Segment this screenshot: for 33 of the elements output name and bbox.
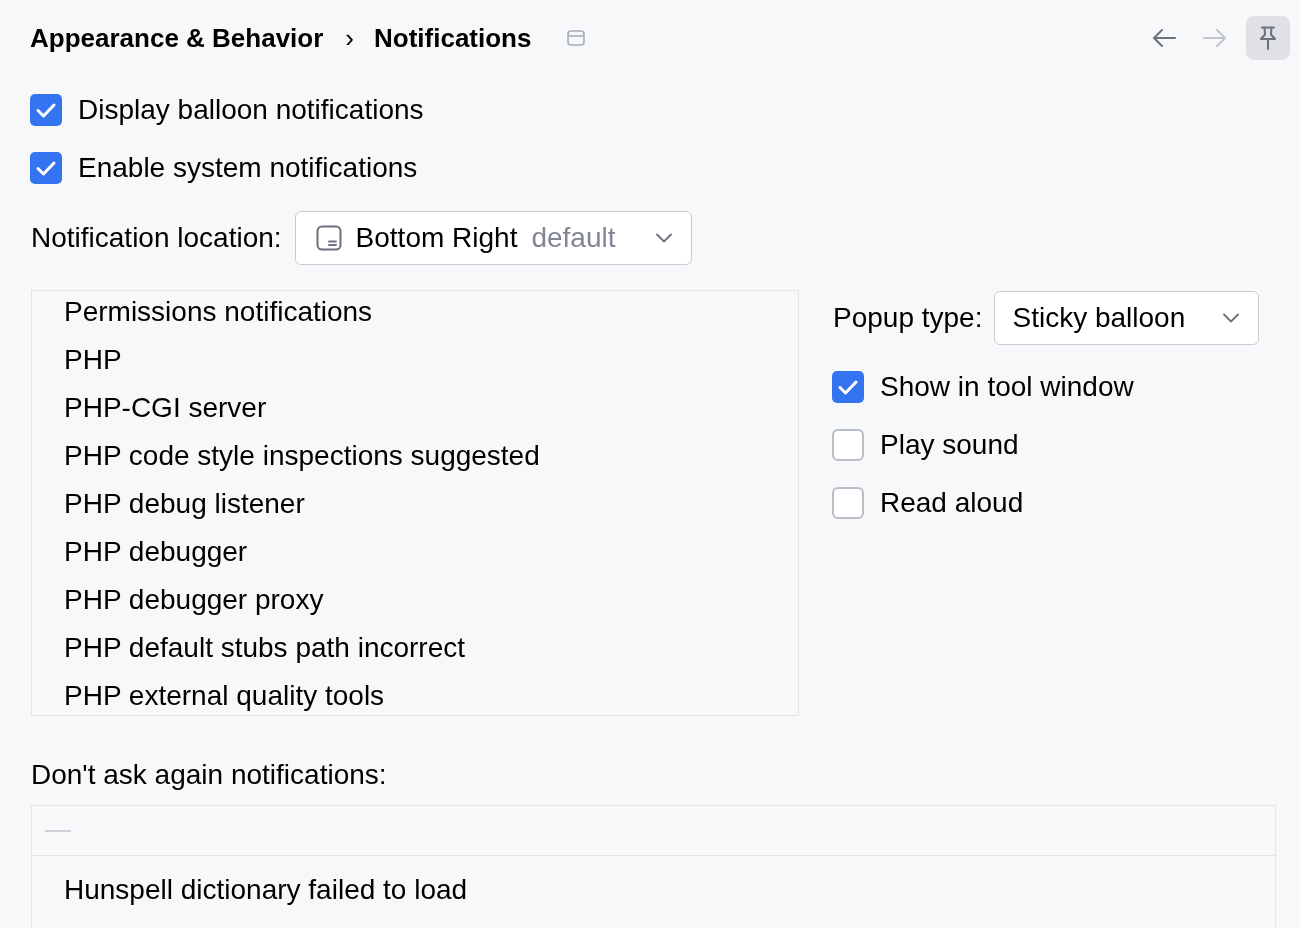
chevron-down-icon: [655, 233, 672, 243]
checkbox[interactable]: [30, 94, 62, 126]
checkbox-label: Display balloon notifications: [78, 94, 424, 126]
checkbox-label: Play sound: [880, 429, 1019, 461]
breadcrumb-separator: ›: [345, 22, 354, 54]
field-label: Popup type:: [833, 302, 983, 334]
minus-icon: [45, 829, 71, 832]
section-label: Don't ask again notifications:: [31, 760, 388, 790]
checkbox[interactable]: [832, 429, 864, 461]
list-item[interactable]: PHP debug listener: [32, 480, 798, 528]
checkbox-label: Show in tool window: [880, 371, 1134, 403]
list-item[interactable]: PHP default stubs path incorrect: [32, 624, 798, 672]
list-item[interactable]: PHP-CGI server: [32, 384, 798, 432]
pin-button[interactable]: [1246, 16, 1290, 60]
location-dropdown[interactable]: Bottom Right default: [294, 211, 692, 265]
field-label: Notification location:: [31, 222, 282, 254]
list-item[interactable]: PHP debugger: [32, 528, 798, 576]
checkbox[interactable]: [30, 152, 62, 184]
table-row[interactable]: Hunspell dictionary failed to load: [32, 856, 1275, 924]
checkbox-label: Enable system notifications: [78, 152, 418, 184]
list-item[interactable]: PHP external quality tools: [32, 672, 798, 715]
list-item[interactable]: PHP code style inspections suggested: [32, 432, 798, 480]
checkbox[interactable]: [832, 487, 864, 519]
popup-type-dropdown[interactable]: Sticky balloon: [994, 291, 1260, 345]
list-item[interactable]: PHP: [32, 336, 798, 384]
chevron-down-icon: [1223, 313, 1240, 323]
panel-icon: [315, 225, 342, 251]
checkbox[interactable]: [832, 371, 864, 403]
list-item[interactable]: PHP debugger proxy: [32, 576, 798, 624]
breadcrumb-item[interactable]: Appearance & Behavior: [30, 22, 324, 54]
breadcrumb-item[interactable]: Notifications: [374, 22, 532, 54]
list-item[interactable]: Permissions notifications: [32, 291, 798, 336]
checkbox-label: Read aloud: [880, 487, 1024, 519]
